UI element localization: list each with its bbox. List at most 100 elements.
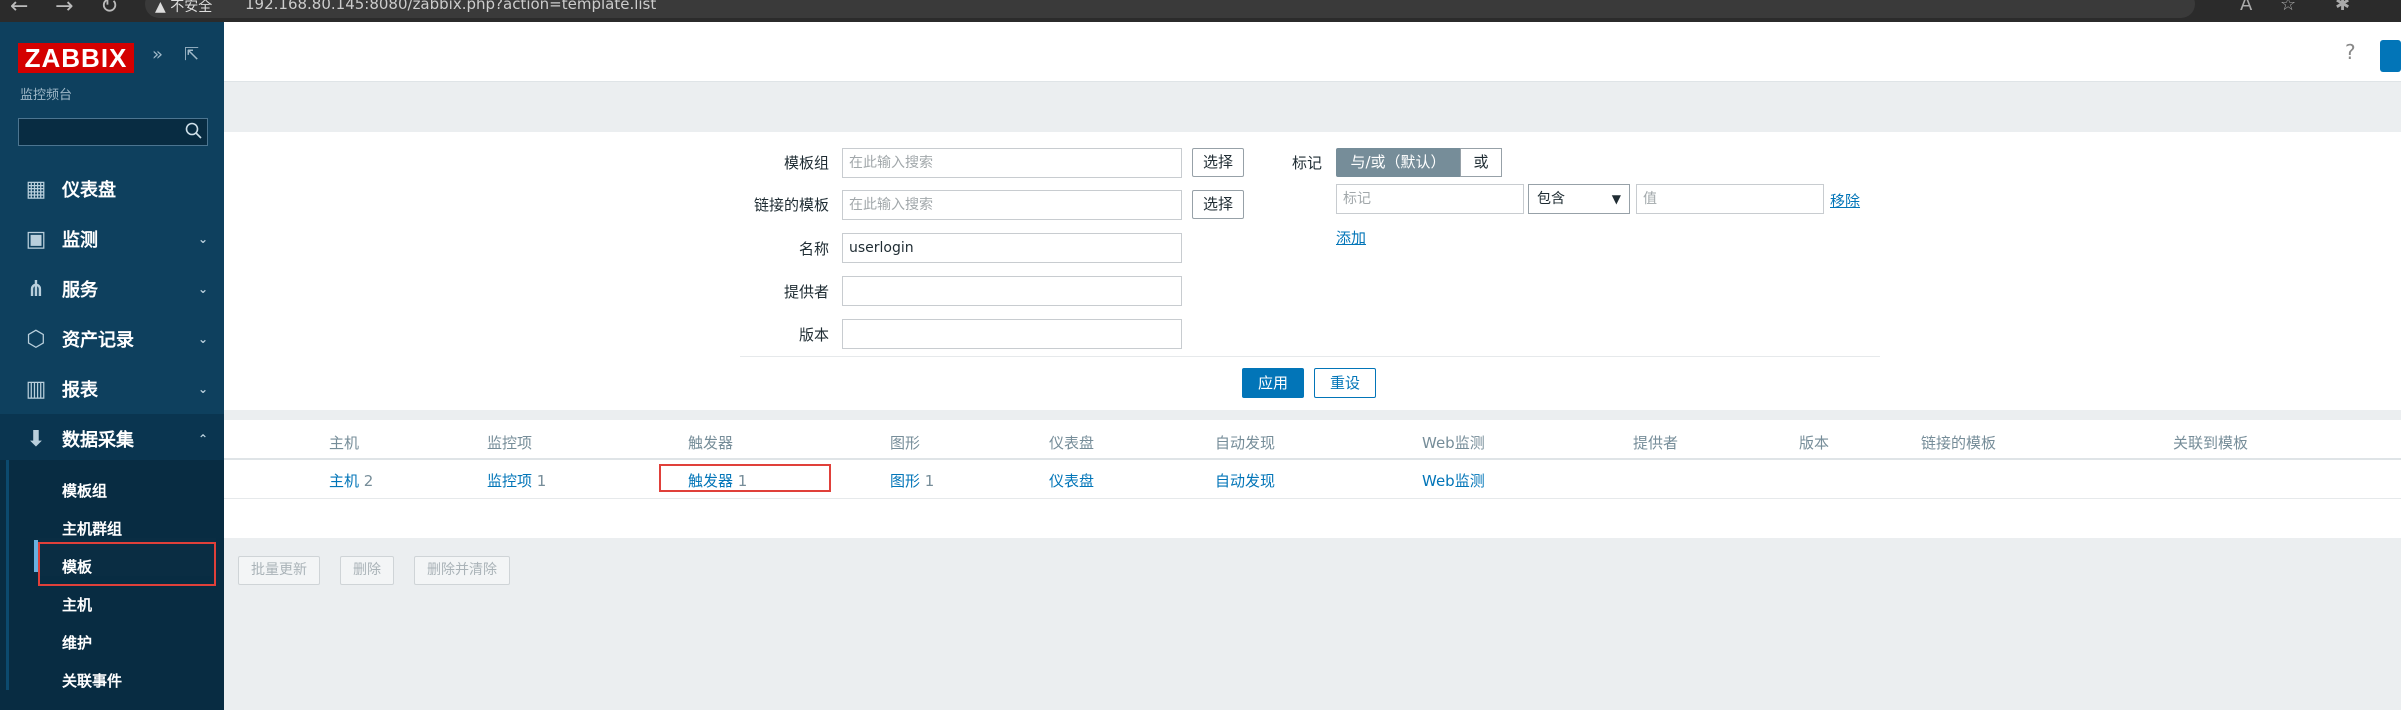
col-discovery: 自动发现 xyxy=(1215,434,1276,452)
col-linked-to-templates: 关联到模板 xyxy=(2173,434,2249,452)
col-dashboards: 仪表盘 xyxy=(1049,434,1095,452)
vendor-label: 提供者 xyxy=(784,283,830,301)
reset-button[interactable]: 重设 xyxy=(1314,368,1376,398)
delete-clear-button[interactable]: 删除并清除 xyxy=(414,556,510,585)
search-icon[interactable] xyxy=(185,122,202,139)
table-header-line xyxy=(224,458,2401,460)
help-icon[interactable]: ? xyxy=(2345,40,2356,64)
security-warning-text: 不安全 xyxy=(170,0,213,15)
menu-inventory[interactable]: ⬡ 资产记录 ⌄ xyxy=(0,314,224,364)
inventory-icon: ⬡ xyxy=(26,326,46,352)
hosts-count: 2 xyxy=(363,472,374,490)
graphs-link-text: 图形 xyxy=(890,472,921,490)
tags-andor-toggle[interactable]: 与/或（默认） xyxy=(1336,148,1460,177)
chevron-down-icon: ⌄ xyxy=(197,232,208,246)
tag-name-input[interactable]: 标记 xyxy=(1336,184,1524,214)
menu-reports[interactable]: ▥ 报表 ⌄ xyxy=(0,364,224,414)
chevron-down-icon: ⌄ xyxy=(197,282,208,296)
cell-graphs-link[interactable]: 图形 1 xyxy=(890,470,934,491)
col-web: Web监测 xyxy=(1422,434,1485,452)
server-name: 监控频台 xyxy=(20,88,73,103)
collapse-sidebar-icon[interactable]: » xyxy=(152,44,163,65)
forward-icon[interactable]: → xyxy=(55,0,73,19)
menu-data-collection-label: 数据采集 xyxy=(62,430,134,451)
submenu-bar xyxy=(6,460,9,690)
favorite-star-icon[interactable]: ☆ xyxy=(2280,0,2296,15)
cell-dashboards-link[interactable]: 仪表盘 xyxy=(1049,470,1094,491)
menu-monitoring[interactable]: ▣ 监测 ⌄ xyxy=(0,214,224,264)
read-aloud-icon[interactable]: A xyxy=(2240,0,2252,15)
name-label: 名称 xyxy=(799,240,830,258)
tag-operator-select[interactable]: 包含 ▼ xyxy=(1528,184,1630,214)
highlight-box-templates xyxy=(38,542,216,586)
tag-operator-value: 包含 xyxy=(1537,191,1565,207)
linked-templates-input[interactable]: 在此输入搜索 xyxy=(842,190,1182,220)
version-input[interactable] xyxy=(842,319,1182,349)
menu-dashboard-label: 仪表盘 xyxy=(62,180,116,201)
sidebar-search-input[interactable] xyxy=(18,118,208,146)
version-label: 版本 xyxy=(799,326,830,344)
reports-icon: ▥ xyxy=(25,376,47,402)
submenu-event-correlation[interactable]: 关联事件 xyxy=(62,670,122,691)
data-collection-icon: ⬇ xyxy=(26,426,46,452)
submenu-hosts[interactable]: 主机 xyxy=(62,594,92,615)
tag-value-input[interactable]: 值 xyxy=(1636,184,1824,214)
table-row-line xyxy=(224,498,2401,499)
submenu-template-groups[interactable]: 模板组 xyxy=(62,480,107,501)
col-linked-templates[interactable]: 链接的模板 xyxy=(1921,432,1996,453)
reload-icon[interactable]: ↻ xyxy=(100,0,118,19)
cell-discovery-link[interactable]: 自动发现 xyxy=(1215,470,1275,491)
col-triggers: 触发器 xyxy=(688,434,734,452)
chevron-down-icon: ⌄ xyxy=(197,382,208,396)
remove-tag-link[interactable]: 移除 xyxy=(1830,190,1860,211)
dashboard-icon: ▦ xyxy=(25,176,47,202)
security-warning-label[interactable]: ▲ 不安全 xyxy=(155,0,212,16)
col-hosts: 主机 xyxy=(329,434,360,452)
mass-actions-area xyxy=(224,538,2401,704)
back-icon[interactable]: ← xyxy=(10,0,28,19)
menu-services-label: 服务 xyxy=(62,280,98,301)
chevron-down-icon: ⌄ xyxy=(197,332,208,346)
chevron-down-icon: ▼ xyxy=(1611,192,1621,206)
name-input[interactable]: userlogin xyxy=(842,233,1182,263)
cell-hosts-link[interactable]: 主机 2 xyxy=(329,470,373,491)
chevron-up-icon: ⌃ xyxy=(197,432,208,446)
menu-dashboard[interactable]: ▦ 仪表盘 xyxy=(0,164,224,214)
add-tag-link[interactable]: 添加 xyxy=(1336,227,1366,248)
items-count: 1 xyxy=(536,472,547,490)
col-vendor: 提供者 xyxy=(1633,434,1679,452)
vendor-input[interactable] xyxy=(842,276,1182,306)
col-graphs: 图形 xyxy=(890,434,921,452)
kiosk-mode-icon[interactable]: ⇱ xyxy=(184,44,199,65)
monitoring-icon: ▣ xyxy=(25,226,47,252)
template-group-select-button[interactable]: 选择 xyxy=(1192,148,1245,177)
url-text[interactable]: 192.168.80.145:8080/zabbix.php?action=te… xyxy=(245,0,656,13)
graphs-count: 1 xyxy=(924,472,935,490)
hosts-link-text: 主机 xyxy=(329,472,360,490)
col-version: 版本 xyxy=(1799,434,1830,452)
submenu-host-groups[interactable]: 主机群组 xyxy=(62,518,122,539)
zabbix-logo[interactable]: ZABBIX xyxy=(18,43,134,73)
apply-button[interactable]: 应用 xyxy=(1242,368,1304,398)
submenu-maintenance[interactable]: 维护 xyxy=(62,632,92,653)
delete-button[interactable]: 删除 xyxy=(340,556,394,585)
mass-update-button[interactable]: 批量更新 xyxy=(238,556,320,585)
template-group-input[interactable]: 在此输入搜索 xyxy=(842,148,1182,178)
tags-label: 标记 xyxy=(1292,154,1323,172)
menu-data-collection[interactable]: ⬇ 数据采集 ⌃ xyxy=(0,414,224,464)
filter-panel xyxy=(224,132,2401,410)
sidebar: ZABBIX » ⇱ 监控频台 ▦ 仪表盘 ▣ 监测 ⌄ ⋔ 服务 ⌄ ⬡ 资产… xyxy=(0,22,224,710)
page-title-bar xyxy=(224,82,2401,132)
cell-web-link[interactable]: Web监测 xyxy=(1422,470,1485,491)
browser-toolbar: ← → ↻ ▲ 不安全 192.168.80.145:8080/zabbix.p… xyxy=(0,0,2401,22)
cell-items-link[interactable]: 监控项 1 xyxy=(487,470,546,491)
menu-monitoring-label: 监测 xyxy=(62,230,98,251)
tags-or-toggle[interactable]: 或 xyxy=(1460,148,1502,177)
menu-services[interactable]: ⋔ 服务 ⌄ xyxy=(0,264,224,314)
create-template-button[interactable] xyxy=(2380,40,2401,72)
extensions-icon[interactable]: ✱ xyxy=(2335,0,2350,15)
items-link-text: 监控项 xyxy=(487,472,533,490)
menu-inventory-label: 资产记录 xyxy=(62,330,134,351)
linked-templates-select-button[interactable]: 选择 xyxy=(1192,190,1245,219)
filter-divider xyxy=(740,356,1880,357)
